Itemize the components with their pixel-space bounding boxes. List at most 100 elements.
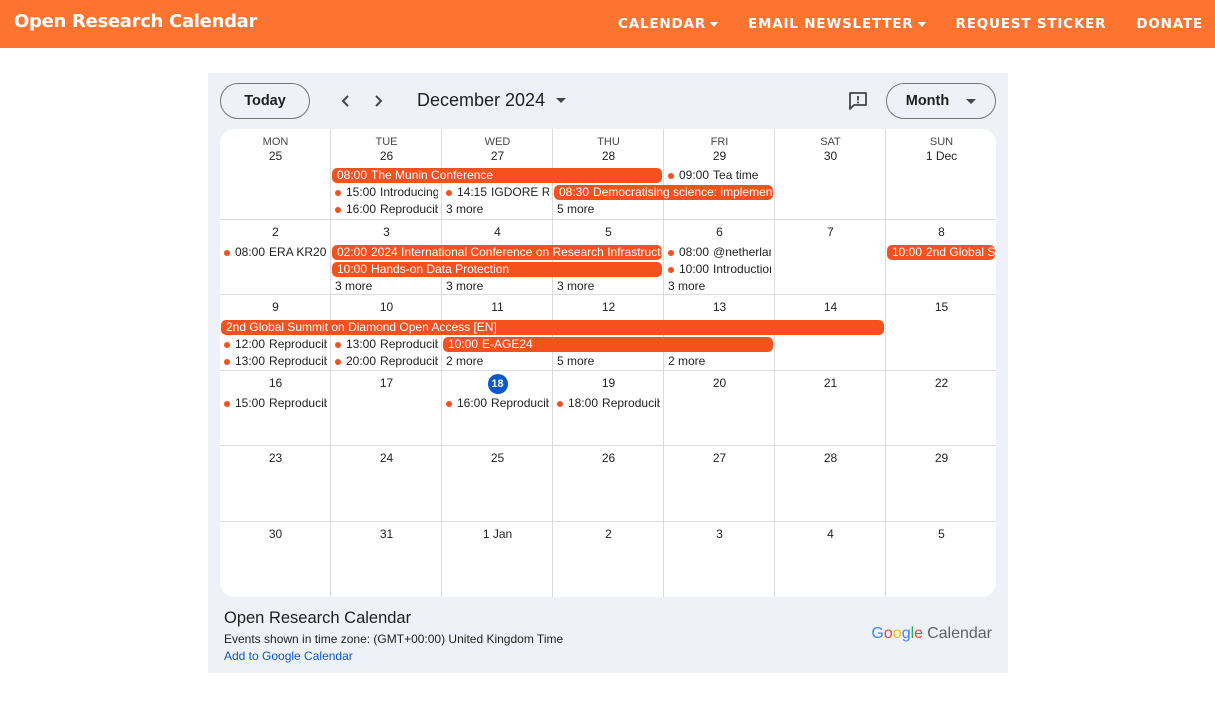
day-number[interactable]: 1 Jan [442, 527, 553, 541]
nav-calendar[interactable]: CALENDAR [618, 16, 718, 32]
day-number[interactable]: 28 [775, 451, 886, 465]
more-events-link[interactable]: 5 more [557, 202, 594, 217]
more-events-link[interactable]: 2 more [446, 354, 483, 369]
event-bar[interactable]: 02:00 2024 International Conference on Re… [332, 245, 662, 260]
nav-donate[interactable]: DONATE [1136, 16, 1203, 32]
event-dot-icon [557, 400, 563, 407]
day-number[interactable]: 14 [775, 300, 886, 314]
event-item[interactable]: 16:00Reproducibility [446, 396, 549, 411]
day-number[interactable]: 8 [886, 225, 996, 239]
today-button[interactable]: Today [220, 83, 310, 119]
more-events-link[interactable]: 3 more [446, 279, 483, 294]
day-number[interactable]: 20 [664, 376, 775, 390]
event-title: IGDORE Research [491, 185, 549, 199]
site-brand[interactable]: Open Research Calendar [14, 11, 257, 32]
more-events-link[interactable]: 2 more [668, 354, 705, 369]
event-item[interactable]: 14:15IGDORE Research [446, 185, 549, 200]
google-calendar-logo[interactable]: Google Calendar [871, 625, 992, 643]
month-picker[interactable]: December 2024 [417, 90, 567, 111]
nav-request-sticker[interactable]: REQUEST STICKER [956, 16, 1107, 32]
day-number[interactable]: 9 [220, 300, 331, 314]
nav-email-newsletter[interactable]: EMAIL NEWSLETTER [748, 16, 926, 32]
event-dot-icon [224, 249, 230, 256]
day-number[interactable]: 31 [331, 527, 442, 541]
next-month-button[interactable] [368, 91, 388, 111]
day-number[interactable]: 23 [220, 451, 331, 465]
prev-month-button[interactable] [336, 91, 356, 111]
event-item[interactable]: 15:00Reproducibility [224, 396, 327, 411]
day-number[interactable]: 7 [775, 225, 886, 239]
day-number[interactable]: 25 [220, 149, 331, 163]
day-number[interactable]: 3 [331, 225, 442, 239]
day-number[interactable]: 27 [442, 149, 553, 163]
day-number[interactable]: 21 [775, 376, 886, 390]
event-bar[interactable]: 08:30Democratising science: implementati… [554, 185, 773, 200]
day-number[interactable]: 2 [220, 225, 331, 239]
event-title: The Munin Conference [371, 168, 494, 182]
day-number[interactable]: 30 [220, 527, 331, 541]
day-number[interactable]: 6 [664, 225, 775, 239]
event-item[interactable]: 20:00Reproducibility [335, 354, 438, 369]
event-item[interactable]: 10:00 Introduction [668, 262, 771, 277]
event-item[interactable]: 13:00Reproducibility [335, 337, 438, 352]
event-item[interactable]: 15:00 Introducing [335, 185, 438, 200]
weekday-header: FRI [710, 136, 729, 148]
day-number[interactable]: 2 [553, 527, 664, 541]
more-events-link[interactable]: 5 more [557, 354, 594, 369]
day-number[interactable]: 22 [886, 376, 996, 390]
more-events-link[interactable]: 3 more [446, 202, 483, 217]
more-events-link[interactable]: 3 more [668, 279, 705, 294]
today-marker[interactable]: 18 [487, 374, 508, 394]
event-item[interactable]: 13:00Reproducibility [224, 354, 327, 369]
event-time: 14:15 [457, 185, 488, 199]
day-number[interactable]: 15 [886, 300, 996, 314]
day-number[interactable]: 18 [442, 374, 553, 394]
day-number[interactable]: 11 [442, 300, 553, 314]
day-number[interactable]: 5 [553, 225, 664, 239]
day-number[interactable]: 12 [553, 300, 664, 314]
day-number[interactable]: 25 [442, 451, 553, 465]
day-number[interactable]: 26 [331, 149, 442, 163]
day-number[interactable]: 29 [886, 451, 996, 465]
day-number[interactable]: 26 [553, 451, 664, 465]
day-number[interactable]: 13 [664, 300, 775, 314]
day-number[interactable]: 4 [442, 225, 553, 239]
feedback-button[interactable] [848, 91, 868, 111]
grid-divider [220, 219, 996, 220]
more-events-link[interactable]: 3 more [557, 279, 594, 294]
event-item[interactable]: 08:00ERA KR2024 [224, 245, 327, 260]
event-item[interactable]: 18:00Reproducibility [557, 396, 660, 411]
event-title: E-AGE24 [482, 337, 533, 351]
day-number[interactable]: 3 [664, 527, 775, 541]
event-bar[interactable]: 08:00 The Munin Conference [332, 168, 662, 183]
day-number[interactable]: 1 Dec [886, 149, 996, 163]
day-number[interactable]: 5 [886, 527, 996, 541]
event-item[interactable]: 08:00@netherlands [668, 245, 771, 260]
event-bar[interactable]: 2nd Global Summit on Diamond Open Access… [221, 320, 884, 335]
event-bar[interactable]: 10:00 E-AGE24 [443, 337, 773, 352]
event-item[interactable]: 16:00Reproducibility [335, 202, 438, 217]
day-number[interactable]: 27 [664, 451, 775, 465]
chevron-right-icon [375, 95, 383, 107]
day-number[interactable]: 28 [553, 149, 664, 163]
day-number[interactable]: 19 [553, 376, 664, 390]
day-number[interactable]: 29 [664, 149, 775, 163]
view-selector[interactable]: Month [886, 83, 996, 119]
event-title: Reproducibility [491, 396, 549, 410]
day-number[interactable]: 24 [331, 451, 442, 465]
day-number[interactable]: 10 [331, 300, 442, 314]
event-time: 08:00 [235, 245, 266, 259]
event-title: 2nd Global Summit [926, 245, 995, 259]
day-number[interactable]: 4 [775, 527, 886, 541]
weekday-header: TUE [375, 136, 398, 148]
event-bar[interactable]: 10:00 Hands-on Data Protection [332, 262, 662, 277]
more-events-link[interactable]: 3 more [335, 279, 372, 294]
event-bar[interactable]: 10:002nd Global Summit [887, 245, 995, 260]
event-time: 15:00 [346, 185, 377, 199]
event-item[interactable]: 09:00 Tea time [668, 168, 771, 183]
day-number[interactable]: 30 [775, 149, 886, 163]
add-to-google-calendar-link[interactable]: Add to Google Calendar [224, 649, 353, 663]
day-number[interactable]: 16 [220, 376, 331, 390]
day-number[interactable]: 17 [331, 376, 442, 390]
event-item[interactable]: 12:00Reproducibility [224, 337, 327, 352]
